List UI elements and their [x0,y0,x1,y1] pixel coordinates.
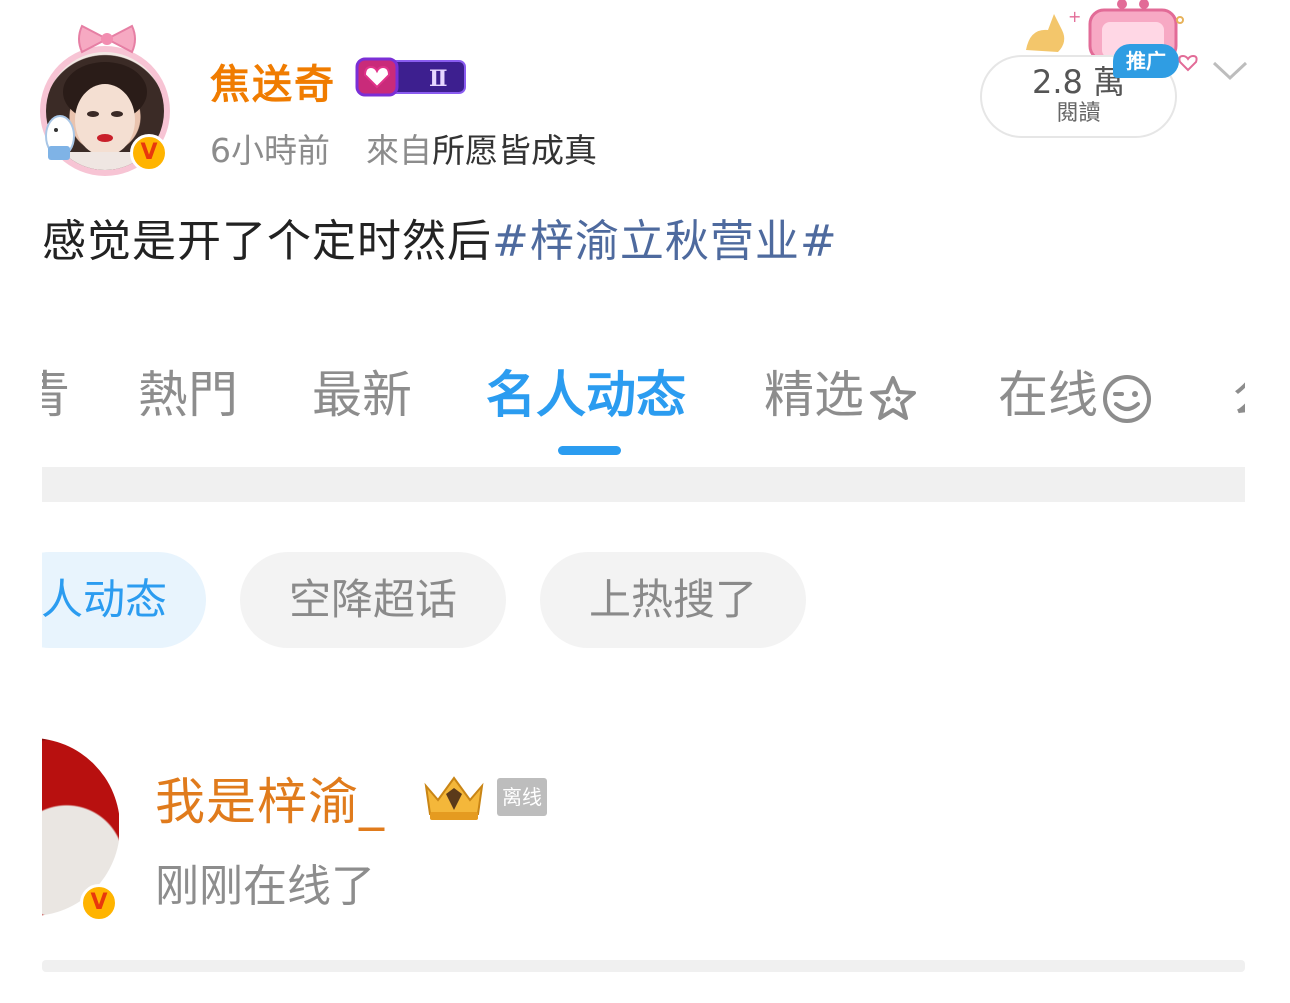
tab-partial-right[interactable]: 么 [1232,360,1245,430]
star-icon [870,375,916,420]
celebrity-verified-badge-icon: V [80,884,118,922]
celebrity-status: 刚刚在线了 [155,861,375,912]
tab-bar: 青 熱門 最新 名人动态 精选 在线 么 [42,360,1245,430]
crown-icon [424,776,484,820]
promoted-tag: 推广 [1113,44,1179,78]
filter-chip-row: 人动态 空降超话 上热搜了 [42,552,1245,650]
chip-supertopic[interactable]: 空降超话 [240,552,506,648]
chip-trending[interactable]: 上热搜了 [540,552,806,648]
bottom-divider [42,960,1245,972]
celebrity-name[interactable]: 我是梓渝_ [155,762,385,834]
svg-text:Ⅱ: Ⅱ [429,66,448,92]
author-avatar[interactable]: V [36,22,176,176]
active-tab-indicator [558,446,621,455]
bow-decoration-icon [78,24,136,54]
bird-decoration-icon [45,115,75,160]
post-source: 來自所愿皆成真 [366,124,597,172]
read-count-label: 閱讀 [1056,101,1101,126]
chip-celebrity-updates[interactable]: 人动态 [42,552,206,648]
tab-online-label: 在线 [998,366,1098,424]
post-time: 6小時前 [210,131,330,170]
hashtag-link[interactable]: #梓渝立秋营业# [492,216,838,267]
tab-hot[interactable]: 熱門 [138,360,238,430]
chevron-down-icon[interactable] [1210,58,1250,84]
tab-online[interactable]: 在线 [998,360,1154,430]
post-text: 感觉是开了个定时然后#梓渝立秋营业# [42,205,838,269]
section-divider [42,467,1245,502]
tab-partial-left[interactable]: 青 [42,360,70,430]
tab-latest[interactable]: 最新 [312,360,412,430]
vip-badge-icon[interactable]: Ⅱ [355,57,467,97]
smiley-icon [1103,374,1151,423]
offline-status-tag: 离线 [497,778,547,816]
source-name[interactable]: 所愿皆成真 [432,131,597,170]
verified-badge-icon: V [130,134,168,172]
author-name[interactable]: 焦送奇 [210,52,336,110]
post-text-body: 感觉是开了个定时然后 [42,216,492,267]
heart-decoration-icon [1178,54,1198,72]
tab-featured-label: 精选 [764,366,864,424]
tab-featured[interactable]: 精选 [764,360,920,430]
tab-celebrity-updates[interactable]: 名人动态 [486,360,686,430]
source-prefix: 來自 [366,131,432,170]
svg-text:+: + [1068,7,1081,26]
